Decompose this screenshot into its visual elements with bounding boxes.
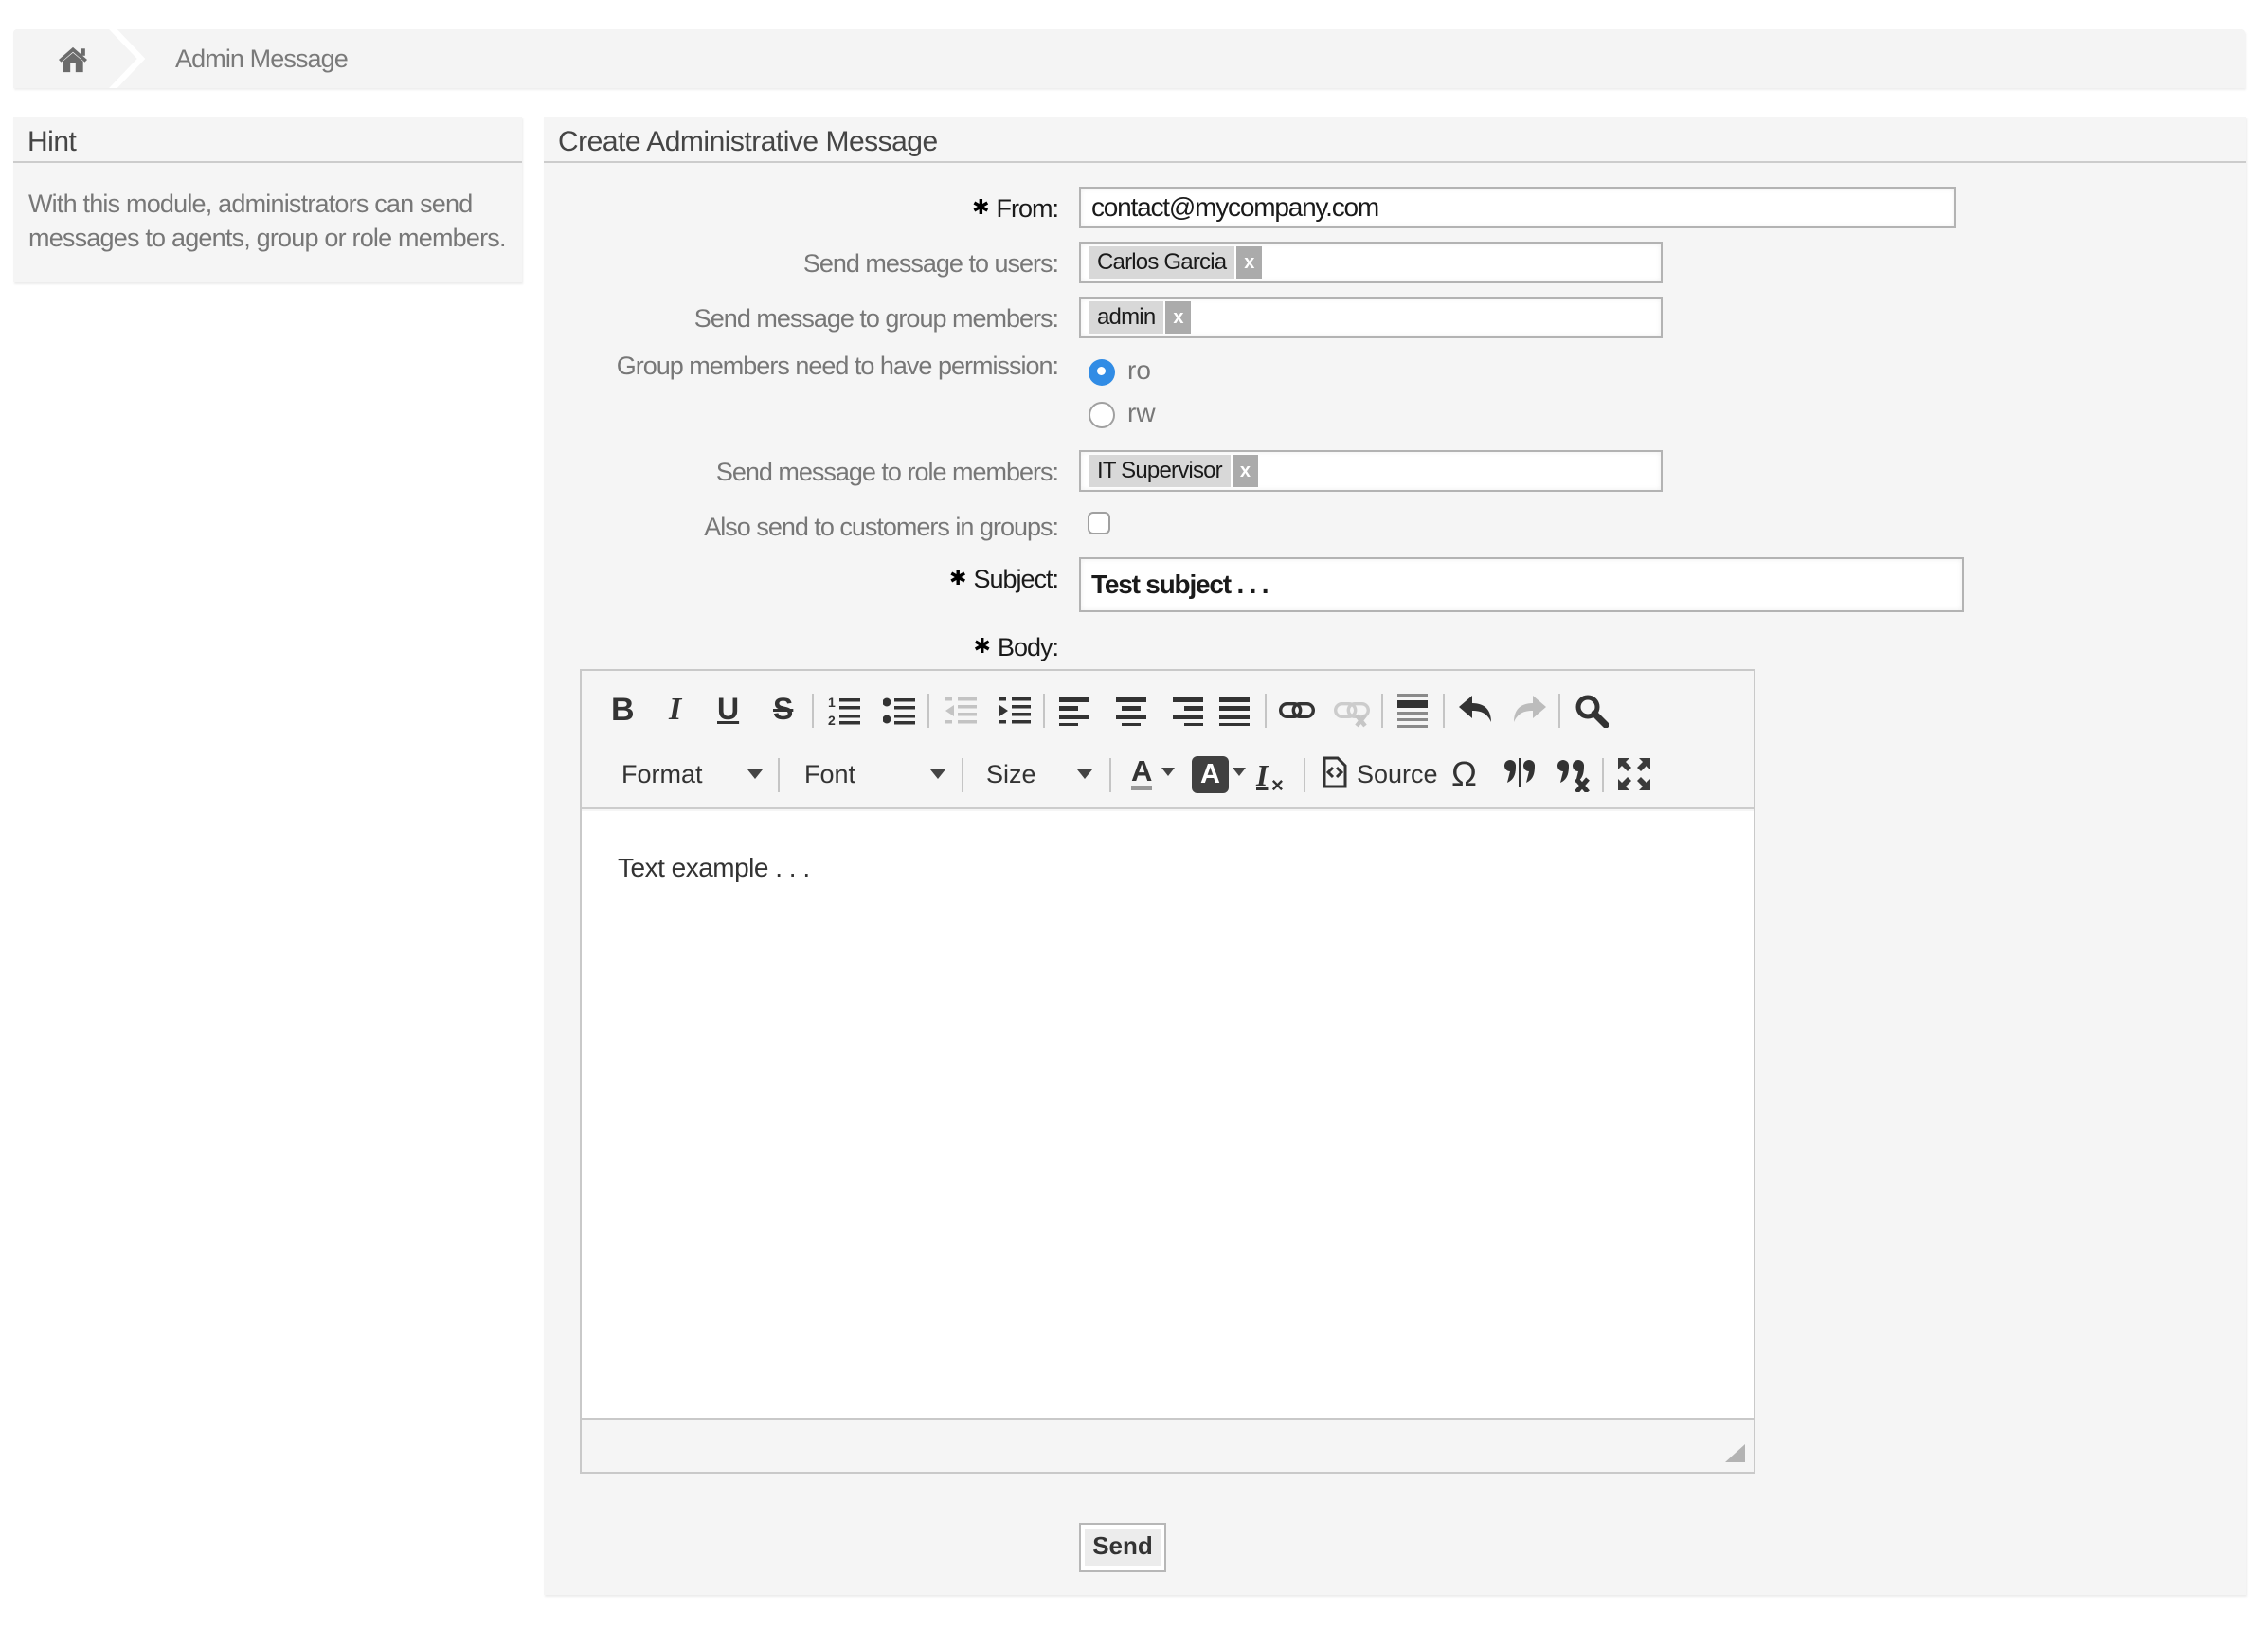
svg-text:2: 2 [828, 713, 836, 726]
svg-text:1: 1 [828, 696, 836, 710]
